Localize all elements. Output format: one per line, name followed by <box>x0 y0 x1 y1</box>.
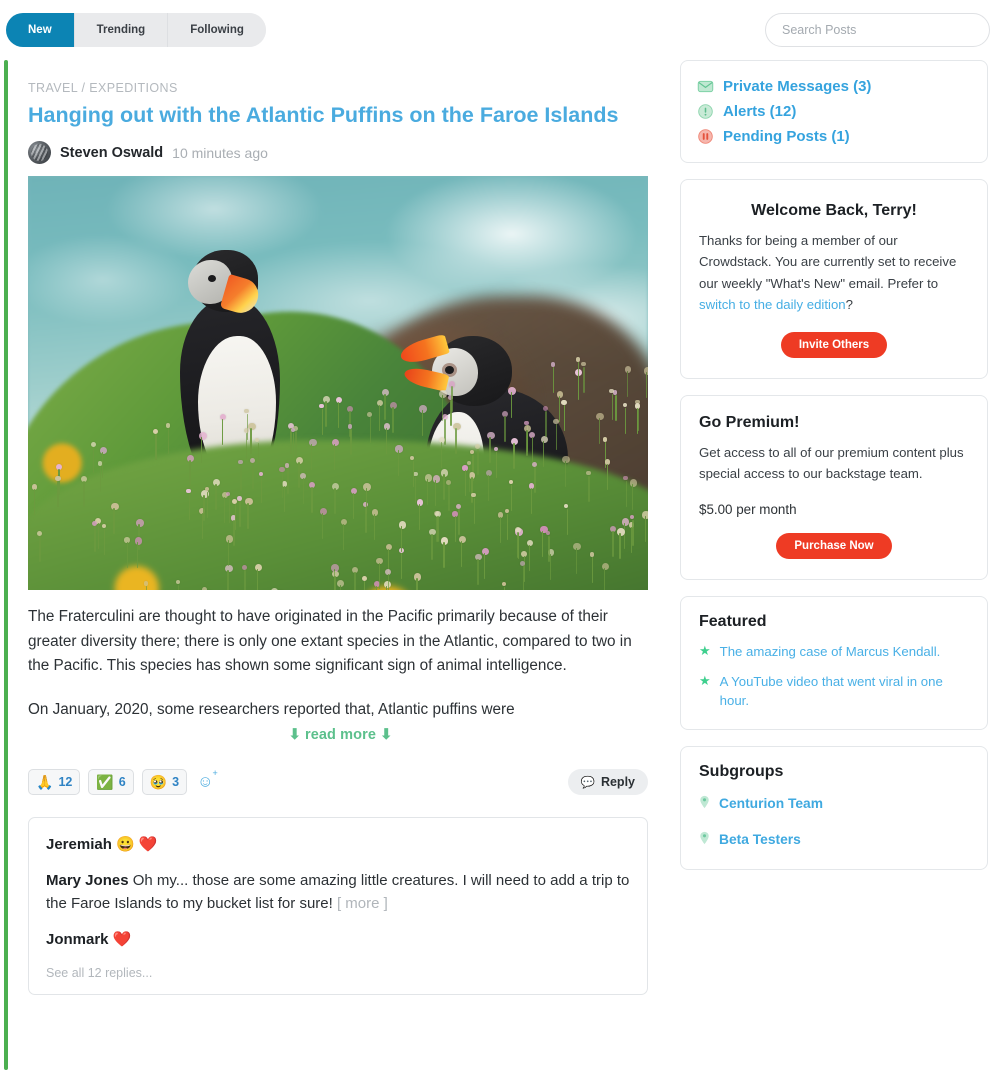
page-title[interactable]: Hanging out with the Atlantic Puffins on… <box>28 103 653 128</box>
featured-item-label: A YouTube video that went viral in one h… <box>719 674 943 709</box>
see-all-replies-link[interactable]: See all 12 replies... <box>46 966 630 980</box>
exclamation-circle-icon <box>698 104 713 119</box>
map-pin-icon <box>700 795 709 809</box>
comment-icon: 💬 <box>580 776 595 789</box>
post-byline: Steven Oswald 10 minutes ago <box>28 141 653 165</box>
list-item[interactable]: Jonmark ❤️ <box>46 929 630 952</box>
check-reaction-count: 6 <box>118 774 126 789</box>
sidebar-item-label: Alerts (12) <box>723 103 797 120</box>
search-input[interactable] <box>765 13 990 47</box>
subgroup-label: Beta Testers <box>719 831 801 847</box>
pray-reaction[interactable]: 🙏 12 <box>28 768 81 795</box>
tears-reaction[interactable]: 🥹 3 <box>141 768 188 795</box>
main-column: TRAVEL / EXPEDITIONS Hanging out with th… <box>0 60 660 1070</box>
purchase-now-button[interactable]: Purchase Now <box>776 532 892 559</box>
featured-title: Featured <box>699 612 767 630</box>
featured-card: Featured ★ The amazing case of Marcus Ke… <box>680 595 988 730</box>
sidebar: Private Messages (3) Alerts (12) Pending… <box>680 60 988 886</box>
post-image[interactable] <box>28 176 648 591</box>
welcome-body: Thanks for being a member of our Crowdst… <box>699 230 969 316</box>
sidebar-item-label: Pending Posts (1) <box>723 128 850 145</box>
pray-reaction-count: 12 <box>58 774 73 789</box>
switch-daily-edition-link[interactable]: switch to the daily edition <box>699 297 846 312</box>
post-card: TRAVEL / EXPEDITIONS Hanging out with th… <box>28 60 653 995</box>
reply-label: Reply <box>600 774 635 789</box>
tears-reaction-count: 3 <box>172 774 180 789</box>
comment-author[interactable]: Jeremiah <box>46 836 112 853</box>
sidebar-item-pending-posts[interactable]: Pending Posts (1) <box>697 128 971 145</box>
subgroups-title: Subgroups <box>699 762 784 780</box>
reply-button[interactable]: 💬 Reply <box>567 768 648 795</box>
comments-panel: Jeremiah 😀 ❤️ Mary Jones Oh my... those … <box>28 816 648 995</box>
check-reaction[interactable]: ✅ 6 <box>88 768 134 795</box>
reaction-bar: 🙏 12 ✅ 6 🥹 3 ☺+ 💬 Reply <box>28 769 648 795</box>
breadcrumb[interactable]: TRAVEL / EXPEDITIONS <box>28 60 653 95</box>
comment-author[interactable]: Mary Jones <box>46 872 129 889</box>
invite-button-row: Invite Others <box>699 316 969 362</box>
comment-emojis: ❤️ <box>112 931 132 949</box>
notifications-card: Private Messages (3) Alerts (12) Pending… <box>680 60 988 163</box>
arrow-down-icon-left: ⬇ <box>288 726 301 743</box>
premium-title: Go Premium! <box>699 413 800 431</box>
list-item[interactable]: Centurion Team <box>699 795 969 813</box>
premium-price: $5.00 per month <box>699 501 797 517</box>
welcome-text-after: ? <box>845 297 853 313</box>
list-item[interactable]: ★ A YouTube video that went viral in one… <box>699 673 969 710</box>
sea-thrift-flowers <box>28 176 648 591</box>
list-item[interactable]: Jeremiah 😀 ❤️ <box>46 834 630 857</box>
welcome-title: Welcome Back, Terry! <box>751 202 917 219</box>
tab-trending[interactable]: Trending <box>74 13 169 47</box>
pause-circle-icon <box>698 129 713 144</box>
feed-tabs: New Trending Following <box>6 13 266 47</box>
app-root: New Trending Following TRAVEL / EXPEDITI… <box>0 0 1000 1070</box>
subgroup-label: Centurion Team <box>719 795 823 811</box>
comment-emojis: 😀 ❤️ <box>116 835 158 853</box>
comment-more-link[interactable]: [ more ] <box>337 895 388 912</box>
comment-author[interactable]: Jonmark <box>46 931 109 948</box>
top-bar: New Trending Following <box>0 0 1000 60</box>
purchase-button-row: Purchase Now <box>699 517 969 563</box>
read-more-link[interactable]: ⬇ read more ⬇ <box>28 727 653 743</box>
featured-item-label: The amazing case of Marcus Kendall. <box>719 643 941 659</box>
star-icon: ★ <box>699 673 711 689</box>
welcome-text-before: Thanks for being a member of our Crowdst… <box>699 233 957 291</box>
envelope-icon <box>697 80 714 93</box>
post-timestamp: 10 minutes ago <box>172 144 268 161</box>
tab-following[interactable]: Following <box>168 13 266 47</box>
sidebar-item-alerts[interactable]: Alerts (12) <box>697 103 971 120</box>
post-paragraph-1: The Fraterculini are thought to have ori… <box>28 608 632 674</box>
tab-new[interactable]: New <box>6 13 75 47</box>
premium-card: Go Premium! Get access to all of our pre… <box>680 394 988 580</box>
pray-icon: 🙏 <box>36 773 54 790</box>
arrow-down-icon-right: ⬇ <box>380 726 393 743</box>
sidebar-item-private-messages[interactable]: Private Messages (3) <box>697 78 971 95</box>
read-more-label: read more <box>304 726 376 743</box>
post-paragraph-2: On January, 2020, some researchers repor… <box>28 700 515 718</box>
list-item[interactable]: Mary Jones Oh my... those are some amazi… <box>46 870 630 915</box>
subgroups-card: Subgroups Centurion Team Beta Testers <box>680 745 988 870</box>
holding-back-tears-icon: 🥹 <box>149 773 168 790</box>
check-icon: ✅ <box>96 773 114 790</box>
avatar[interactable] <box>28 141 51 165</box>
post-accent-bar <box>4 60 8 1070</box>
add-reaction-icon[interactable]: ☺+ <box>197 769 219 790</box>
search-container <box>765 13 990 47</box>
premium-body: Get access to all of our premium content… <box>699 444 964 481</box>
welcome-card: Welcome Back, Terry! Thanks for being a … <box>680 179 988 379</box>
post-body: The Fraterculini are thought to have ori… <box>28 605 638 722</box>
invite-others-button[interactable]: Invite Others <box>780 331 888 358</box>
map-pin-icon <box>700 831 709 845</box>
list-item[interactable]: Beta Testers <box>699 831 969 849</box>
sidebar-item-label: Private Messages (3) <box>723 78 872 95</box>
star-icon: ★ <box>699 642 711 658</box>
list-item[interactable]: ★ The amazing case of Marcus Kendall. <box>699 643 969 662</box>
post-author[interactable]: Steven Oswald <box>60 145 163 161</box>
